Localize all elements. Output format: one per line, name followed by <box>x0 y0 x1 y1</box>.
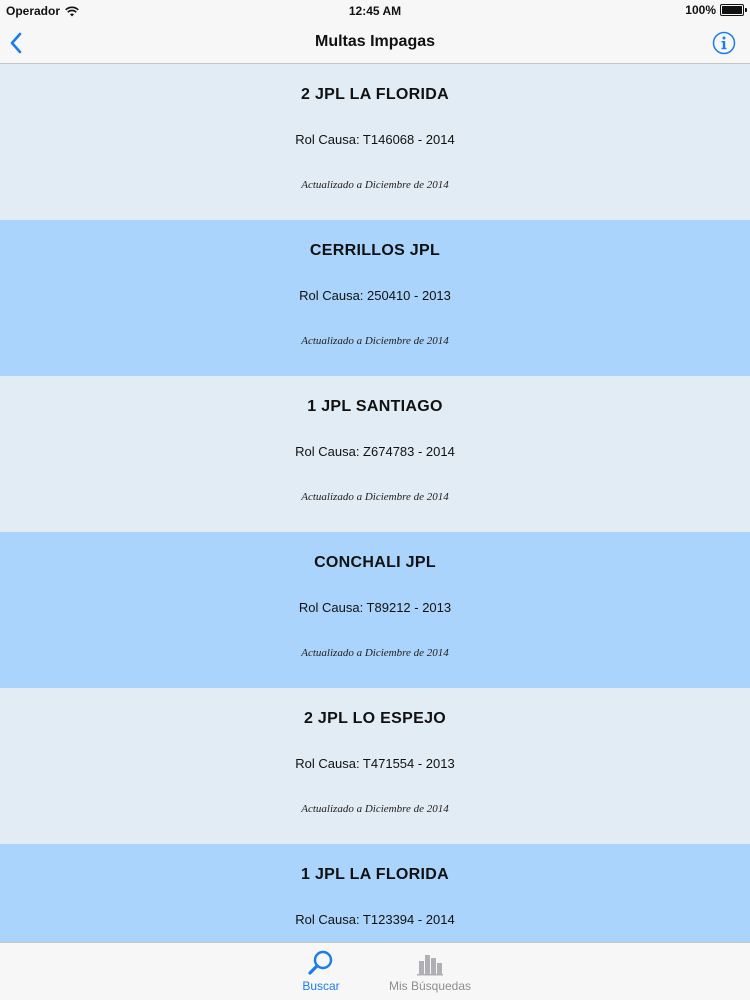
court-name: CERRILLOS JPL <box>309 242 441 259</box>
tab-mis-busquedas[interactable]: Mis Búsquedas <box>380 949 480 993</box>
list-item[interactable]: 2 JPL LA FLORIDA Rol Causa: T146068 - 20… <box>0 64 750 220</box>
case-number: Rol Causa: T123394 - 2014 <box>295 912 455 927</box>
court-name: 1 JPL LA FLORIDA <box>301 866 449 883</box>
updated-note: Actualizado a Diciembre de 2014 <box>301 647 449 659</box>
tab-buscar[interactable]: Buscar <box>271 949 371 993</box>
updated-note: Actualizado a Diciembre de 2014 <box>301 491 449 503</box>
bar-chart-icon <box>417 955 443 976</box>
tab-bar: Buscar Mis Búsquedas <box>0 942 750 1000</box>
battery-area: 100% <box>685 3 747 17</box>
tab-buscar-label: Buscar <box>302 979 340 993</box>
court-name: 1 JPL SANTIAGO <box>307 398 443 415</box>
updated-note: Actualizado a Diciembre de 2014 <box>301 335 449 347</box>
page-title: Multas Impagas <box>314 33 436 50</box>
case-number: Rol Causa: T89212 - 2013 <box>298 600 452 615</box>
list-item[interactable]: CONCHALI JPL Rol Causa: T89212 - 2013 Ac… <box>0 532 750 688</box>
court-name: 2 JPL LA FLORIDA <box>301 86 449 103</box>
updated-note: Actualizado a Diciembre de 2014 <box>301 179 449 191</box>
battery-percent: 100% <box>685 3 716 17</box>
status-bar: Operador 12:45 AM 100% <box>0 0 750 22</box>
case-number: Rol Causa: Z674783 - 2014 <box>295 444 455 459</box>
tab-mis-busquedas-label: Mis Búsquedas <box>388 979 472 993</box>
case-number: Rol Causa: 250410 - 2013 <box>299 288 451 303</box>
case-number: Rol Causa: T146068 - 2014 <box>295 132 455 147</box>
search-icon <box>308 950 333 975</box>
list-item[interactable]: CERRILLOS JPL Rol Causa: 250410 - 2013 A… <box>0 220 750 376</box>
updated-note: Actualizado a Diciembre de 2014 <box>301 803 449 815</box>
court-name: CONCHALI JPL <box>314 554 436 571</box>
navigation-bar: Multas Impagas <box>0 22 750 64</box>
status-time: 12:45 AM <box>348 4 402 18</box>
info-icon[interactable] <box>712 31 736 55</box>
fines-list[interactable]: 2 JPL LA FLORIDA Rol Causa: T146068 - 20… <box>0 64 750 942</box>
court-name: 2 JPL LO ESPEJO <box>303 710 447 727</box>
list-item[interactable]: 1 JPL SANTIAGO Rol Causa: Z674783 - 2014… <box>0 376 750 532</box>
list-item[interactable]: 2 JPL LO ESPEJO Rol Causa: T471554 - 201… <box>0 688 750 844</box>
battery-icon <box>720 4 747 16</box>
case-number: Rol Causa: T471554 - 2013 <box>295 756 455 771</box>
list-item[interactable]: 1 JPL LA FLORIDA Rol Causa: T123394 - 20… <box>0 844 750 942</box>
